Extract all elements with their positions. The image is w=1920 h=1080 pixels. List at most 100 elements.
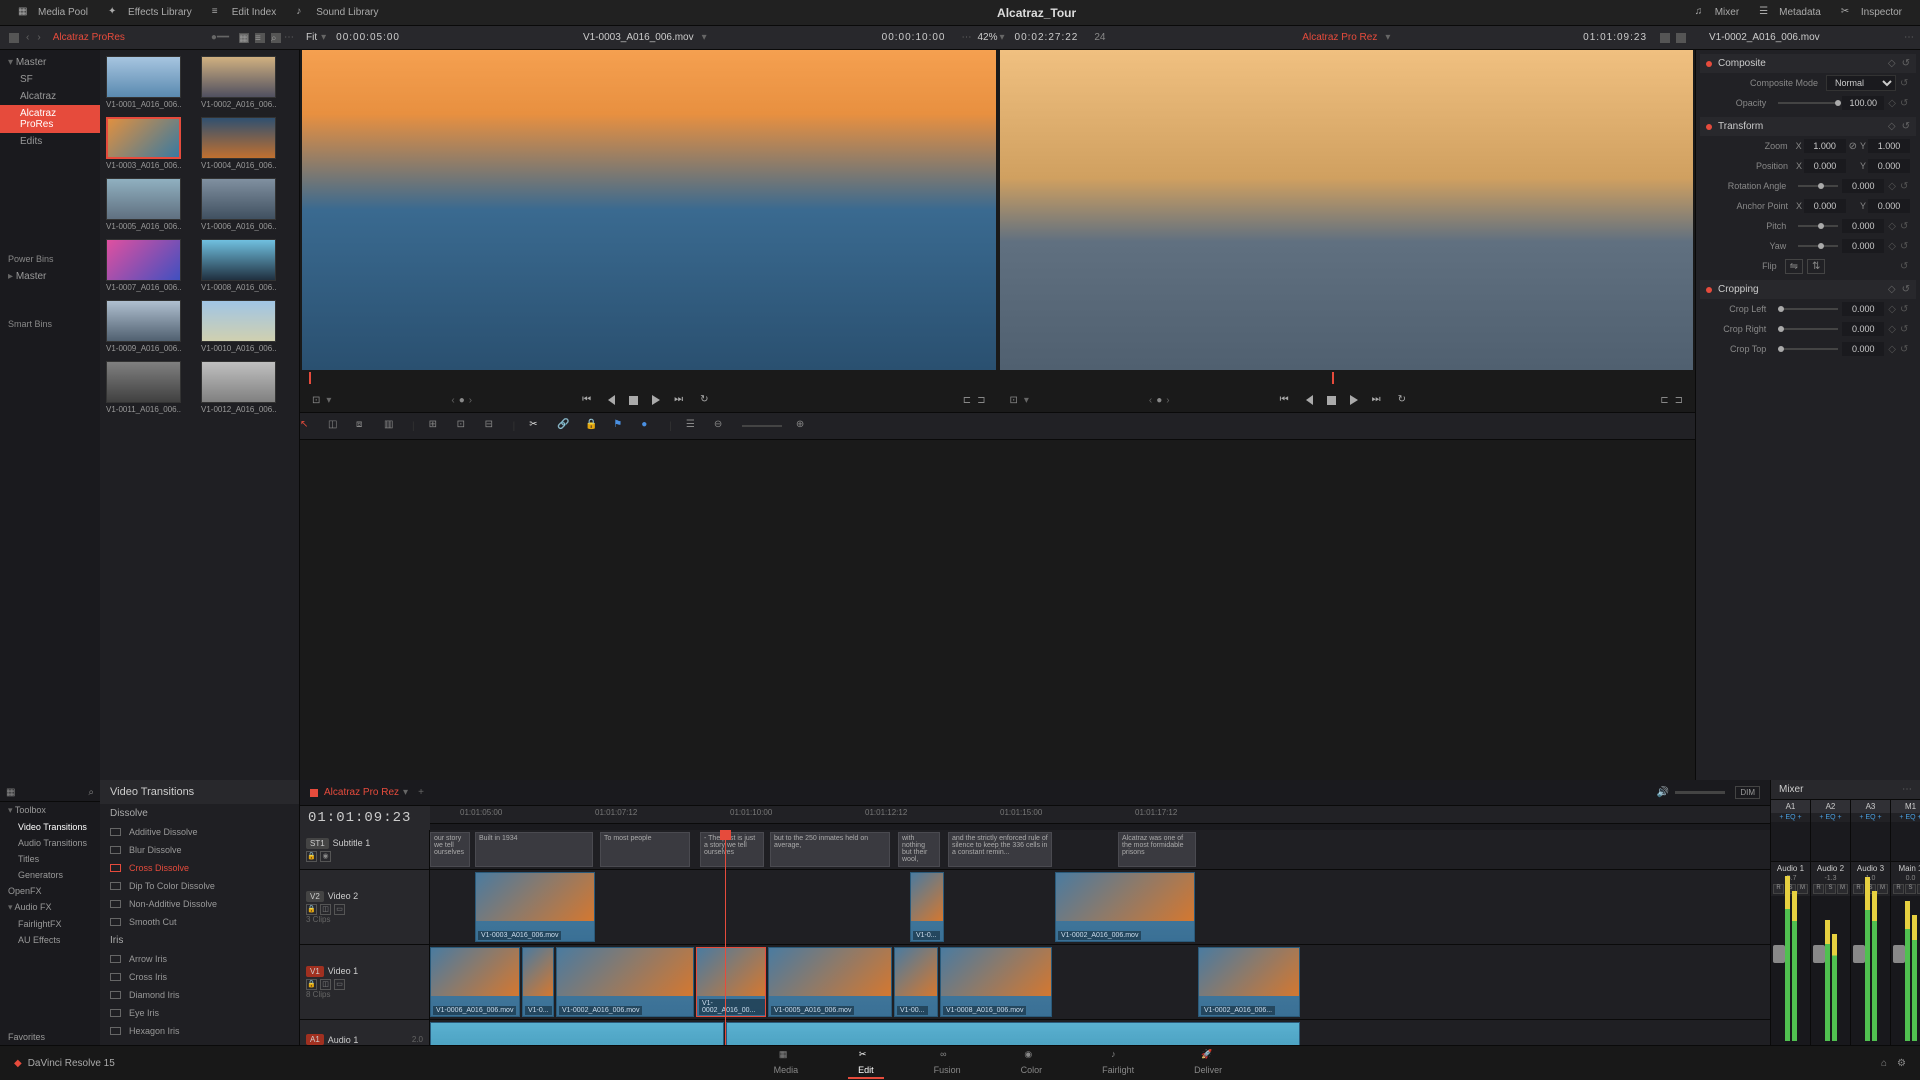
zoom-slider[interactable] <box>742 425 782 427</box>
zoom-x-input[interactable] <box>1804 139 1846 153</box>
dim-button[interactable]: DIM <box>1735 786 1760 799</box>
keyframe-icon[interactable]: ◇ <box>1888 121 1896 132</box>
pitch-input[interactable] <box>1842 219 1884 233</box>
marker-dot-icon[interactable]: ● <box>459 395 465 406</box>
fx-openfx[interactable]: OpenFX <box>0 883 100 899</box>
timeline-clip[interactable]: V1-0... <box>522 947 554 1017</box>
mute-button[interactable]: M <box>1837 884 1848 894</box>
insert-tool[interactable]: ⊞ <box>429 419 443 433</box>
fairlight-page-button[interactable]: ♪Fairlight <box>1092 1047 1144 1079</box>
subtitle-clip[interactable]: Built in 1934 <box>475 832 593 867</box>
keyframe-icon[interactable]: ◇ <box>1888 324 1896 335</box>
source-clip-name[interactable]: V1-0003_A016_006.mov <box>575 32 702 43</box>
timeline-name[interactable]: Alcatraz Pro Rez <box>1294 32 1385 43</box>
next-edit-icon[interactable]: › <box>1166 395 1169 406</box>
replace-tool[interactable]: ⊟ <box>485 419 499 433</box>
fx-item[interactable]: Hexagon Iris <box>100 1022 299 1040</box>
program-viewer-image[interactable] <box>1000 50 1694 370</box>
auto-select-icon[interactable]: ◫ <box>320 904 331 915</box>
list-view-icon[interactable]: ≡ <box>255 33 265 43</box>
rotation-input[interactable] <box>1842 179 1884 193</box>
enable-dot-icon[interactable] <box>1706 287 1712 293</box>
keyframe-icon[interactable]: ◇ <box>1888 58 1896 69</box>
clip-thumbnail[interactable]: V1-0008_A016_006... <box>201 239 276 292</box>
track-header-st1[interactable]: ST1Subtitle 1 🔒◉ <box>300 830 430 869</box>
timeline-clip[interactable]: V1-0... <box>910 872 944 942</box>
track-header-v1[interactable]: V1Video 1 🔒◫▭ 8 Clips <box>300 945 430 1019</box>
lock-icon[interactable]: 🔒 <box>306 904 317 915</box>
lock-icon[interactable]: 🔒 <box>306 851 317 862</box>
fx-item[interactable]: Eye Iris <box>100 1004 299 1022</box>
eq-label[interactable]: + EQ + <box>1778 813 1802 822</box>
enable-icon[interactable]: ▭ <box>334 979 345 990</box>
deliver-page-button[interactable]: 🚀Deliver <box>1184 1047 1232 1079</box>
single-viewer-icon[interactable] <box>1676 33 1686 43</box>
marker-tool[interactable]: ● <box>641 419 655 433</box>
bin-view-icon[interactable] <box>9 33 19 43</box>
timeline-ruler[interactable]: 01:01:05:00 01:01:07:12 01:01:10:00 01:0… <box>430 806 1770 824</box>
bin-item-active[interactable]: Alcatraz ProRes <box>0 105 100 133</box>
subtitle-clip[interactable]: Alcatraz was one of the most formidable … <box>1118 832 1196 867</box>
eq-graph[interactable] <box>1891 822 1920 862</box>
transform-section-header[interactable]: Transform ◇ ↺ <box>1700 117 1916 136</box>
crop-left-input[interactable] <box>1842 302 1884 316</box>
timeline-clip[interactable]: V1-0002_A016_006.mov <box>556 947 694 1017</box>
reset-icon[interactable]: ↺ <box>1900 241 1910 251</box>
fx-item[interactable]: Cross Iris <box>100 968 299 986</box>
stop-button[interactable] <box>1327 396 1336 405</box>
timeline-clip[interactable]: V1-0005_A016_006.mov <box>768 947 892 1017</box>
play-button[interactable] <box>1350 395 1358 405</box>
prev-frame-button[interactable] <box>1306 395 1313 405</box>
reset-icon[interactable]: ↺ <box>1902 284 1910 295</box>
fx-item[interactable]: Non-Additive Dissolve <box>100 895 299 913</box>
yaw-slider[interactable] <box>1798 245 1838 247</box>
mixer-tab[interactable]: ♫Mixer <box>1685 0 1749 25</box>
pitch-slider[interactable] <box>1798 225 1838 227</box>
fader[interactable] <box>1853 945 1865 963</box>
power-bin-master[interactable]: ▸ Master <box>0 268 100 285</box>
clip-thumbnail[interactable]: V1-0002_A016_006... <box>201 56 276 109</box>
subtitle-clip[interactable]: but to the 250 inmates held on average, <box>770 832 890 867</box>
timeline-active-name[interactable]: Alcatraz Pro Rez <box>324 787 399 798</box>
next-marker-icon[interactable]: › <box>469 395 472 406</box>
track-lane[interactable]: V1-0006_A016_006.movV1-0...V1-0002_A016_… <box>430 945 1770 1019</box>
clip-thumbnail[interactable]: V1-0001_A016_006... <box>106 56 181 109</box>
keyframe-icon[interactable]: ◇ <box>1888 98 1896 109</box>
match-frame-icon[interactable]: ⊡ <box>312 395 320 406</box>
add-timeline-icon[interactable]: + <box>418 787 424 798</box>
eq-label[interactable]: + EQ + <box>1818 813 1842 822</box>
search-icon[interactable]: ⌕ <box>271 33 281 43</box>
prev-frame-button[interactable] <box>608 395 615 405</box>
blade-tool[interactable]: ▥ <box>384 419 398 433</box>
fx-item[interactable]: Dip To Color Dissolve <box>100 877 299 895</box>
razor-tool[interactable]: ✂ <box>529 419 543 433</box>
clip-thumbnail[interactable]: V1-0009_A016_006... <box>106 300 181 353</box>
track-lane[interactable]: V1-0003_A016_006.movV1-0...V1-0002_A016_… <box>430 870 1770 944</box>
bin-item[interactable]: Alcatraz <box>0 88 100 105</box>
reset-icon[interactable]: ↺ <box>1900 261 1910 271</box>
timeline-clip[interactable]: V1-0003_A016_006.mov <box>475 872 595 942</box>
reset-icon[interactable]: ↺ <box>1900 221 1910 231</box>
fx-au-effects[interactable]: AU Effects <box>0 932 100 948</box>
subtitle-clip[interactable]: and the strictly enforced rule of silenc… <box>948 832 1052 867</box>
bin-item[interactable]: Edits <box>0 133 100 150</box>
nav-fwd[interactable]: › <box>37 32 40 43</box>
track-header-a1[interactable]: A1Audio 12.0 🔒◫SM 2 Clips <box>300 1020 430 1045</box>
audio-mute-icon[interactable]: 🔊 <box>1657 787 1669 798</box>
keyframe-icon[interactable]: ◇ <box>1888 304 1896 315</box>
loop-button[interactable]: ↻ <box>700 394 712 406</box>
fx-audio-transitions[interactable]: Audio Transitions <box>0 835 100 851</box>
reset-icon[interactable]: ↺ <box>1900 98 1910 108</box>
selection-tool[interactable]: ↖ <box>300 419 314 433</box>
record-button[interactable]: R <box>1813 884 1824 894</box>
enable-dot-icon[interactable] <box>1706 61 1712 67</box>
fx-audiofx[interactable]: ▾ Audio FX <box>0 899 100 916</box>
keyframe-icon[interactable]: ◇ <box>1888 284 1896 295</box>
cropping-section-header[interactable]: Cropping ◇ ↺ <box>1700 280 1916 299</box>
eq-label[interactable]: + EQ + <box>1858 813 1882 822</box>
loop-button[interactable]: ↻ <box>1398 394 1410 406</box>
clip-thumbnail[interactable]: V1-0011_A016_006... <box>106 361 181 414</box>
edit-index-tab[interactable]: ≡Edit Index <box>202 0 286 25</box>
rotation-slider[interactable] <box>1798 185 1838 187</box>
view-options-icon[interactable]: ☰ <box>686 419 700 433</box>
